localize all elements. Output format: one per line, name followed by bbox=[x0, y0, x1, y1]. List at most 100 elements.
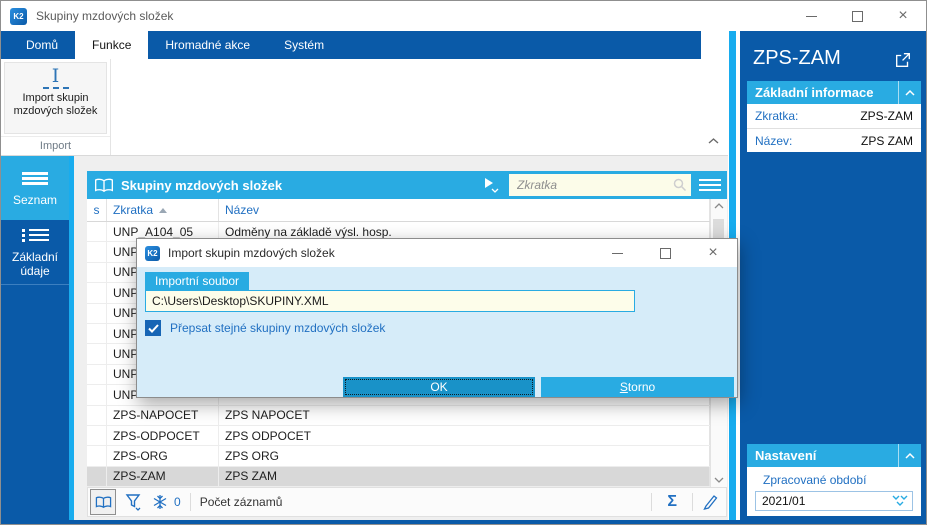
tab-system[interactable]: Systém bbox=[267, 31, 341, 59]
dialog-title-bar: K2 Import skupin mzdových složek × bbox=[137, 239, 737, 267]
tab-funkce[interactable]: Funkce bbox=[75, 31, 149, 59]
search-input[interactable] bbox=[509, 174, 691, 196]
freeze-button[interactable] bbox=[152, 494, 168, 510]
column-header-zkratka[interactable]: Zkratka bbox=[107, 199, 219, 221]
separator bbox=[189, 493, 191, 511]
close-icon: × bbox=[708, 244, 718, 261]
frozen-count: 0 bbox=[174, 495, 181, 509]
section-basic-info-header[interactable]: Základní informace bbox=[747, 81, 921, 104]
chevron-up-icon bbox=[905, 89, 915, 96]
field-row-zkratka: Zkratka: ZPS-ZAM bbox=[747, 104, 921, 128]
import-button-label2: mzdových složek bbox=[13, 105, 98, 117]
import-groups-button[interactable]: I Import skupin mzdových složek bbox=[4, 62, 107, 134]
table-header-row: s Zkratka Název bbox=[87, 199, 727, 222]
close-icon: × bbox=[898, 7, 908, 24]
cancel-button[interactable]: Storno bbox=[541, 377, 734, 397]
sum-button[interactable]: Σ bbox=[661, 493, 683, 511]
checkbox-label: Přepsat stejné skupiny mzdových složek bbox=[170, 321, 386, 335]
close-button[interactable]: × bbox=[880, 1, 926, 31]
collapse-section-button[interactable] bbox=[898, 81, 921, 104]
import-icon: I bbox=[51, 65, 60, 87]
filter-icon bbox=[125, 494, 141, 511]
search-box bbox=[509, 174, 691, 196]
minimize-icon bbox=[805, 15, 817, 17]
chevron-up-icon bbox=[708, 138, 719, 144]
window-title: Skupiny mzdových složek bbox=[36, 9, 174, 23]
search-icon bbox=[673, 178, 687, 192]
sort-ascending-icon bbox=[159, 207, 168, 213]
section-settings-header[interactable]: Nastavení bbox=[747, 444, 921, 467]
preview-panel: ZPS-ZAM Základní informace Zkratka: ZPS-… bbox=[740, 31, 926, 520]
table-row[interactable]: ZPS-NAPOCET ZPS NAPOCET bbox=[87, 405, 727, 426]
app-window: K2 Skupiny mzdových složek × Domů Funkce… bbox=[0, 0, 927, 525]
section-settings-body: Zpracované období bbox=[747, 467, 921, 516]
period-field bbox=[755, 491, 913, 511]
dialog-close-button[interactable]: × bbox=[689, 239, 737, 267]
dialog-maximize-button[interactable] bbox=[641, 239, 689, 267]
field-value: ZPS ZAM bbox=[860, 133, 913, 148]
file-field-label: Importní soubor bbox=[145, 272, 250, 290]
dropdown-triple-chevron-icon[interactable] bbox=[892, 495, 908, 507]
file-path-input[interactable] bbox=[145, 290, 635, 312]
sidebar-item-zakladni-udaje[interactable]: Základní údaje bbox=[1, 220, 69, 285]
grid-menu-button[interactable] bbox=[699, 179, 721, 191]
ok-button[interactable]: OK bbox=[343, 377, 535, 397]
minimize-button[interactable] bbox=[788, 1, 834, 31]
window-bottom-strip bbox=[1, 520, 926, 524]
separator bbox=[692, 493, 693, 511]
section-basic-info-body: Zkratka: ZPS-ZAM Název: ZPS ZAM bbox=[747, 104, 921, 152]
collapse-section-button[interactable] bbox=[898, 444, 921, 467]
title-bar: K2 Skupiny mzdových složek × bbox=[1, 1, 926, 31]
edit-button[interactable] bbox=[702, 494, 718, 510]
dialog-controls: × bbox=[593, 239, 737, 267]
period-label: Zpracované období bbox=[763, 473, 867, 487]
dialog-minimize-button[interactable] bbox=[593, 239, 641, 267]
list-icon bbox=[22, 170, 48, 187]
minimize-icon bbox=[611, 252, 623, 254]
ribbon-group-import: I Import skupin mzdových složek Import bbox=[1, 59, 111, 155]
tab-domu[interactable]: Domů bbox=[9, 31, 75, 59]
chevron-down-icon bbox=[491, 188, 499, 193]
import-dialog: K2 Import skupin mzdových složek × Impor… bbox=[136, 238, 738, 398]
table-row-selected[interactable]: ZPS-ZAM ZPS ZAM bbox=[87, 466, 727, 488]
field-value: ZPS-ZAM bbox=[860, 109, 913, 123]
checkbox-checked[interactable] bbox=[145, 320, 161, 336]
overwrite-checkbox-row[interactable]: Přepsat stejné skupiny mzdových složek bbox=[145, 320, 385, 336]
maximize-icon bbox=[659, 247, 671, 259]
ribbon-collapse-button[interactable] bbox=[707, 132, 720, 150]
book-icon bbox=[95, 178, 113, 193]
ribbon-tab-bar: Domů Funkce Hromadné akce Systém bbox=[1, 31, 701, 59]
table-row[interactable]: ZPS-ORG ZPS ORG bbox=[87, 446, 727, 467]
table-row[interactable]: ZPS-ODPOCET ZPS ODPOCET bbox=[87, 425, 727, 447]
check-icon bbox=[147, 323, 159, 333]
column-header-state[interactable]: s bbox=[87, 199, 107, 221]
open-detail-button[interactable] bbox=[894, 51, 912, 74]
sidebar-item-label: Seznam bbox=[12, 192, 58, 207]
sidebar-item-seznam[interactable]: Seznam bbox=[1, 156, 69, 220]
book-icon bbox=[95, 496, 111, 509]
maximize-button[interactable] bbox=[834, 1, 880, 31]
field-label: Název: bbox=[755, 133, 793, 148]
book-view-button[interactable] bbox=[90, 489, 116, 515]
ribbon: I Import skupin mzdových složek Import bbox=[1, 59, 728, 156]
app-logo-icon: K2 bbox=[145, 245, 160, 261]
app-logo-icon: K2 bbox=[10, 7, 27, 25]
external-link-icon bbox=[896, 53, 910, 67]
record-title: ZPS-ZAM bbox=[753, 47, 841, 69]
maximize-icon bbox=[851, 10, 863, 22]
chevron-up-icon bbox=[905, 452, 915, 459]
record-count-label: Počet záznamů bbox=[199, 495, 283, 509]
tab-hromadne-akce[interactable]: Hromadné akce bbox=[148, 31, 267, 59]
dialog-title: Import skupin mzdových složek bbox=[168, 246, 335, 260]
filter-button[interactable] bbox=[125, 493, 143, 511]
play-icon bbox=[485, 178, 493, 188]
field-label: Zkratka: bbox=[755, 109, 799, 123]
detail-list-icon bbox=[21, 227, 49, 244]
related-records-button[interactable] bbox=[483, 177, 499, 193]
snowflake-icon bbox=[153, 495, 167, 509]
period-input[interactable] bbox=[756, 493, 884, 509]
scroll-up-icon[interactable] bbox=[713, 202, 725, 210]
field-row-nazev: Název: ZPS ZAM bbox=[747, 128, 921, 152]
column-header-nazev[interactable]: Název bbox=[219, 203, 709, 217]
scroll-down-icon[interactable] bbox=[713, 476, 725, 484]
